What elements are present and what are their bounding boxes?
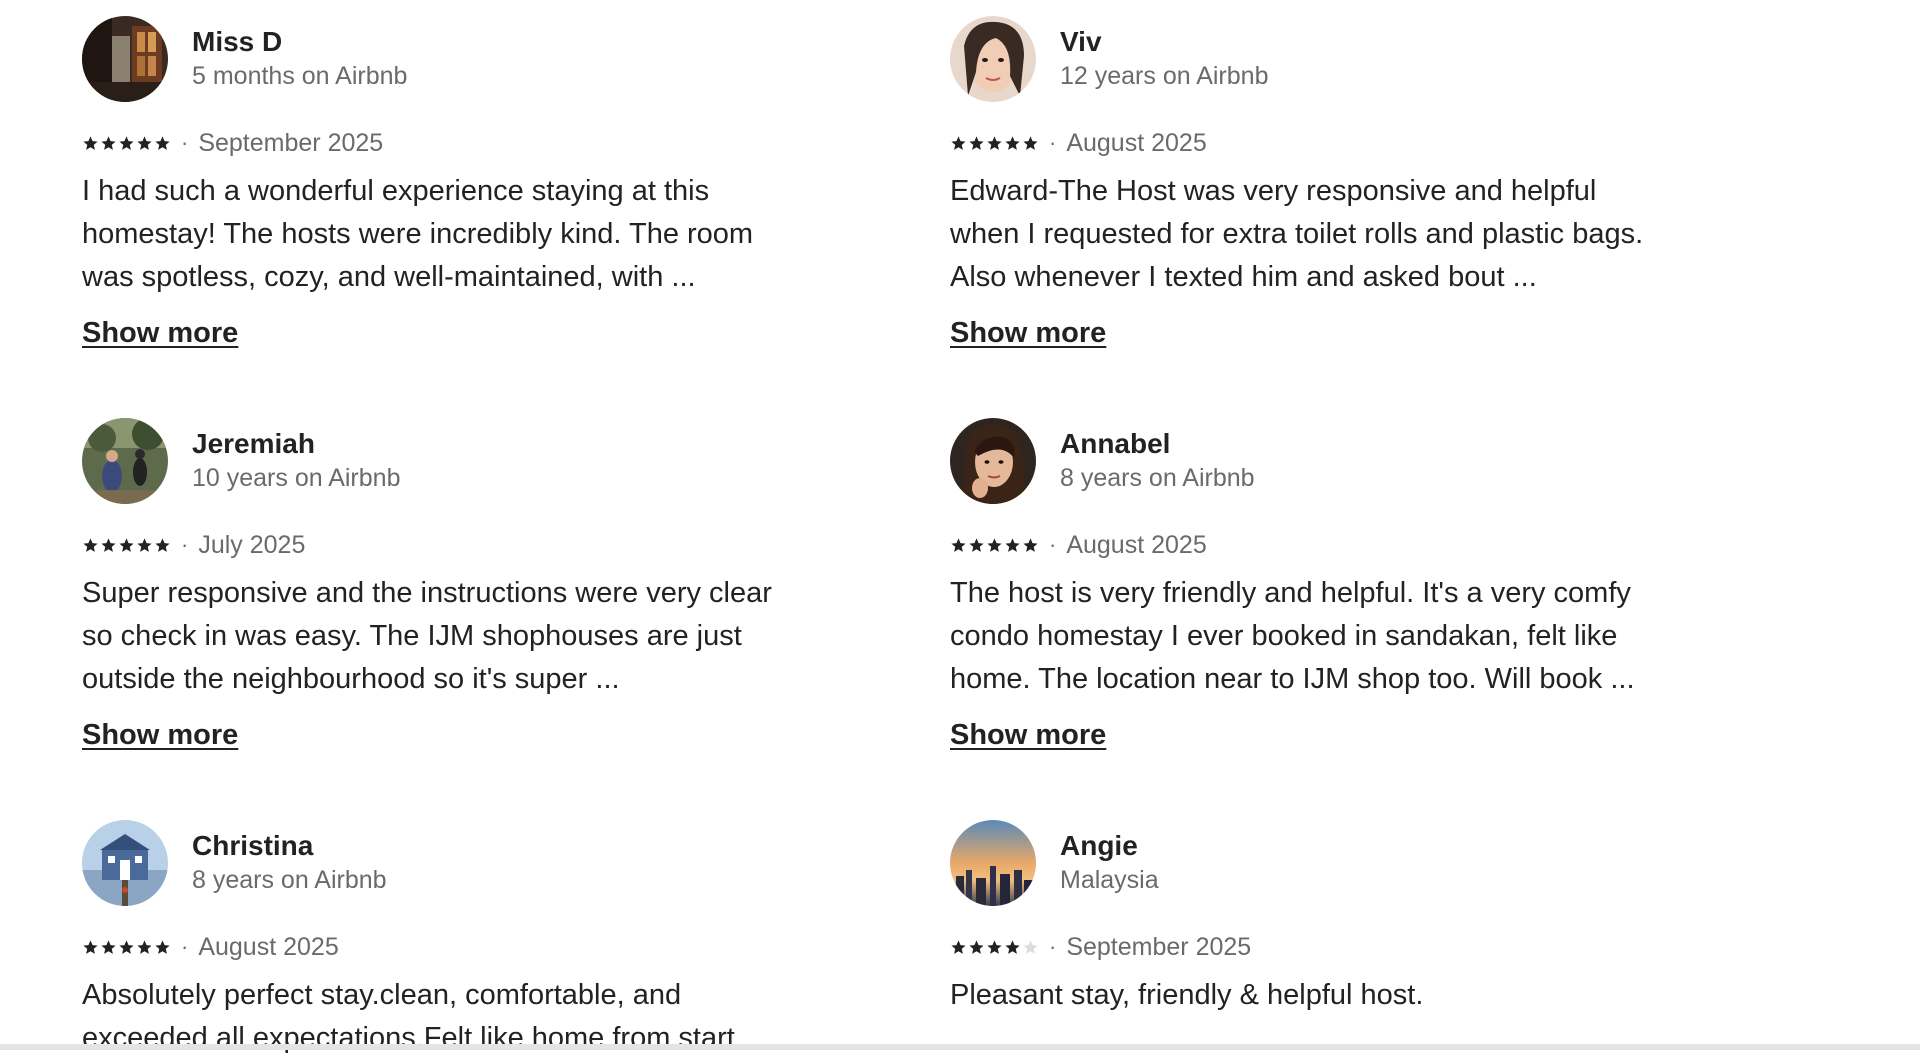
star-filled-icon <box>1005 135 1020 150</box>
reviewer-name: Miss D <box>192 26 283 57</box>
review-text: Super responsive and the instructions we… <box>82 577 772 695</box>
review-meta: · September 2025 <box>82 128 782 158</box>
review-text: Pleasant stay, friendly & helpful host. <box>950 979 1424 1011</box>
star-filled-icon <box>951 135 966 150</box>
star-rating <box>950 537 1039 554</box>
star-rating <box>82 537 171 554</box>
reviewer-name: Annabel <box>1060 428 1171 459</box>
avatar[interactable] <box>950 418 1036 504</box>
reviewer-name: Jeremiah <box>192 428 315 459</box>
review-card: Viv 12 years on Airbnb · August 2025 Edw… <box>950 16 1650 353</box>
separator-dot: · <box>181 532 189 557</box>
review-text: I had such a wonderful experience stayin… <box>82 175 754 293</box>
review-card: Miss D 5 months on Airbnb · September 20… <box>82 16 782 353</box>
horizontal-scrollbar[interactable] <box>0 1044 1920 1050</box>
review-date: August 2025 <box>1066 128 1207 157</box>
separator-dot: · <box>181 130 189 155</box>
separator-dot: · <box>1049 934 1057 959</box>
show-more-link[interactable]: Show more <box>82 313 238 353</box>
star-filled-icon <box>1005 939 1020 954</box>
star-rating <box>950 135 1039 152</box>
star-filled-icon <box>119 135 134 150</box>
review-text: The host is very friendly and helpful. I… <box>950 577 1635 695</box>
star-filled-icon <box>155 135 170 150</box>
reviewer-tenure: 10 years on Airbnb <box>192 464 401 492</box>
avatar[interactable] <box>82 418 168 504</box>
review-meta: · September 2025 <box>950 932 1650 962</box>
star-filled-icon <box>155 537 170 552</box>
reviewer-header: Christina 8 years on Airbnb <box>82 820 782 906</box>
review-meta: · July 2025 <box>82 530 782 560</box>
star-filled-icon <box>987 939 1002 954</box>
reviewer-tenure: 8 years on Airbnb <box>1060 464 1255 492</box>
star-rating <box>82 135 171 152</box>
star-filled-icon <box>101 537 116 552</box>
star-filled-icon <box>83 939 98 954</box>
review-date: September 2025 <box>198 128 384 157</box>
reviewer-tenure: 5 months on Airbnb <box>192 62 408 90</box>
reviews-grid: Miss D 5 months on Airbnb · September 20… <box>0 0 1920 1054</box>
show-more-link[interactable]: Show more <box>82 715 238 755</box>
star-filled-icon <box>101 939 116 954</box>
review-meta: · August 2025 <box>82 932 782 962</box>
review-date: July 2025 <box>198 530 306 559</box>
reviewer-header: Viv 12 years on Airbnb <box>950 16 1650 102</box>
star-filled-icon <box>987 537 1002 552</box>
reviewer-tenure: 12 years on Airbnb <box>1060 62 1269 90</box>
star-filled-icon <box>137 939 152 954</box>
star-filled-icon <box>969 939 984 954</box>
review-card: Annabel 8 years on Airbnb · August 2025 … <box>950 418 1650 755</box>
review-card: Christina 8 years on Airbnb · August 202… <box>82 820 782 1060</box>
reviewer-name: Angie <box>1060 830 1138 861</box>
star-filled-icon <box>83 537 98 552</box>
star-rating <box>950 939 1039 956</box>
star-filled-icon <box>1023 537 1038 552</box>
review-date: August 2025 <box>1066 530 1207 559</box>
reviewer-location: Malaysia <box>1060 866 1159 894</box>
show-more-link[interactable]: Show more <box>950 715 1106 755</box>
star-filled-icon <box>951 939 966 954</box>
reviewer-name: Viv <box>1060 26 1102 57</box>
reviewer-header: Angie Malaysia <box>950 820 1650 906</box>
show-more-link[interactable]: Show more <box>950 313 1106 353</box>
star-filled-icon <box>1005 537 1020 552</box>
star-filled-icon <box>155 939 170 954</box>
review-card: Jeremiah 10 years on Airbnb · July 2025 … <box>82 418 782 755</box>
star-filled-icon <box>987 135 1002 150</box>
star-rating <box>82 939 171 956</box>
review-text: Edward-The Host was very responsive and … <box>950 175 1644 293</box>
star-filled-icon <box>101 135 116 150</box>
separator-dot: · <box>1049 130 1057 155</box>
reviewer-header: Miss D 5 months on Airbnb <box>82 16 782 102</box>
review-date: September 2025 <box>1066 932 1252 961</box>
star-filled-icon <box>119 537 134 552</box>
review-meta: · August 2025 <box>950 128 1650 158</box>
avatar[interactable] <box>950 16 1036 102</box>
reviewer-header: Jeremiah 10 years on Airbnb <box>82 418 782 504</box>
review-meta: · August 2025 <box>950 530 1650 560</box>
star-filled-icon <box>119 939 134 954</box>
star-filled-icon <box>137 537 152 552</box>
star-filled-icon <box>969 537 984 552</box>
reviewer-name: Christina <box>192 830 314 861</box>
avatar[interactable] <box>82 16 168 102</box>
reviewer-header: Annabel 8 years on Airbnb <box>950 418 1650 504</box>
star-filled-icon <box>951 537 966 552</box>
avatar[interactable] <box>950 820 1036 906</box>
separator-dot: · <box>181 934 189 959</box>
review-card: Angie Malaysia · September 2025 Pleasant… <box>950 820 1650 1017</box>
separator-dot: · <box>1049 532 1057 557</box>
avatar[interactable] <box>82 820 168 906</box>
star-filled-icon <box>1023 135 1038 150</box>
star-empty-icon <box>1023 939 1038 954</box>
star-filled-icon <box>969 135 984 150</box>
star-filled-icon <box>83 135 98 150</box>
review-date: August 2025 <box>198 932 339 961</box>
star-filled-icon <box>137 135 152 150</box>
reviewer-tenure: 8 years on Airbnb <box>192 866 387 894</box>
